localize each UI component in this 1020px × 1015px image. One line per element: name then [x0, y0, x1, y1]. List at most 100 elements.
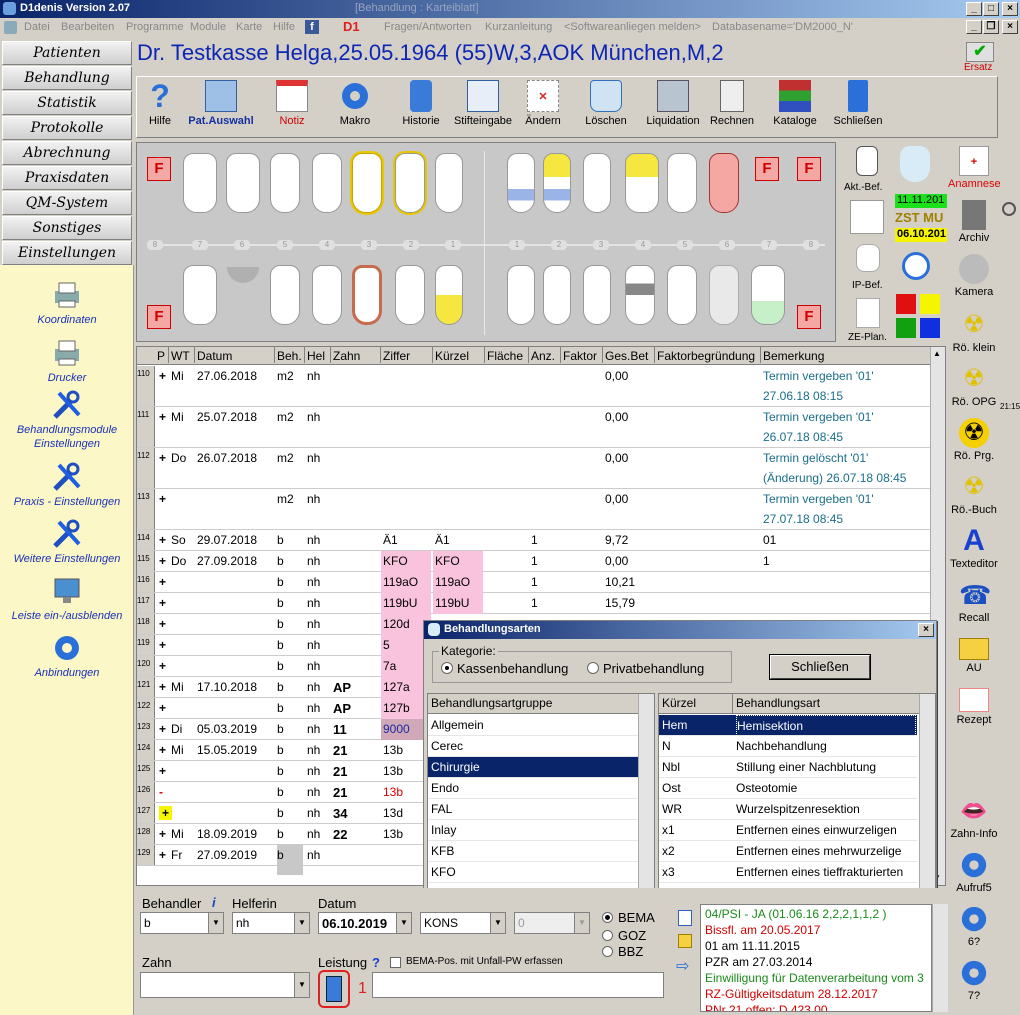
- menu-softwareanliegen[interactable]: <Softwareanliegen melden>: [564, 21, 701, 33]
- zahn-select[interactable]: ▼: [140, 972, 310, 998]
- settings-anbindungen[interactable]: Anbindungen: [0, 632, 134, 680]
- table-row[interactable]: 115 + Do 27.09.2018 b nh KFO KFO 1 0,00 1: [137, 551, 937, 572]
- tooth-22[interactable]: [583, 153, 611, 213]
- f-marker-upper-right-b[interactable]: F: [797, 157, 821, 181]
- toolbar-schliessen[interactable]: Schließen: [829, 80, 887, 127]
- behandler-select[interactable]: b ▼: [140, 912, 224, 934]
- nav-behandlung[interactable]: Behandlung: [2, 66, 132, 90]
- btn-6[interactable]: 6?: [948, 904, 1000, 948]
- tooth-15[interactable]: [312, 153, 342, 213]
- behandlungsart-item[interactable]: x2 Entfernen eines mehrwurzelige: [659, 841, 917, 862]
- table-row[interactable]: 110 + Mi 27.06.2018 m2 nh 0,00 Termin vergeben …: [137, 366, 937, 407]
- table-row[interactable]: 114 + So 29.07.2018 b nh Ä1 Ä1 1 9,72 01: [137, 530, 937, 551]
- dialog-close-icon[interactable]: ×: [918, 623, 934, 637]
- nav-protokolle[interactable]: Protokolle: [2, 116, 132, 140]
- col-p[interactable]: P: [155, 347, 169, 363]
- f-marker-upper-right-a[interactable]: F: [755, 157, 779, 181]
- col-wt[interactable]: WT: [169, 347, 195, 363]
- toolbar-hilfe[interactable]: ? Hilfe: [141, 80, 179, 127]
- table-row[interactable]: 117 + b nh 119bU 119bU 1 15,79: [137, 593, 937, 614]
- col-zahn[interactable]: Zahn: [331, 347, 381, 363]
- col-hel[interactable]: Hel: [305, 347, 331, 363]
- group-item[interactable]: Chirurgie: [428, 757, 638, 778]
- group-item[interactable]: Cerec: [428, 736, 638, 757]
- radio-goz[interactable]: [602, 930, 613, 941]
- radio-bbz[interactable]: [602, 946, 613, 957]
- behandlungsart-item[interactable]: x3 Entfernen eines tieffrakturierten: [659, 862, 917, 883]
- bema-pos-checkbox[interactable]: [390, 957, 401, 968]
- col-faktorbegruendung[interactable]: Faktorbegründung: [655, 347, 761, 363]
- table-row[interactable]: 111 + Mi 25.07.2018 m2 nh 0,00 Termin vergeben …: [137, 407, 937, 448]
- tooth-17[interactable]: [226, 153, 260, 213]
- btn-7[interactable]: 7?: [948, 958, 1000, 1002]
- behandlungsart-item[interactable]: Ost Osteotomie: [659, 778, 917, 799]
- radio-kassenbehandlung[interactable]: [441, 662, 453, 674]
- btn-au[interactable]: AU: [948, 634, 1000, 674]
- tooth-12[interactable]: [435, 153, 463, 213]
- toolbar-rechnen[interactable]: Rechnen: [707, 80, 757, 127]
- btn-archiv[interactable]: Archiv: [948, 200, 1000, 244]
- toolbar-liquidation[interactable]: Liquidation: [641, 80, 705, 127]
- settings-praxis[interactable]: Praxis - Einstellungen: [0, 461, 134, 509]
- menu-kurzanleitung[interactable]: Kurzanleitung: [485, 21, 552, 33]
- group-list[interactable]: Behandlungsartgruppe Allgemein Cerec Chiru…: [427, 693, 655, 905]
- btn-rezept[interactable]: Rezept: [948, 688, 1000, 726]
- child-restore-icon[interactable]: ❐: [983, 20, 999, 34]
- tooth-21[interactable]: [543, 153, 571, 213]
- nav-sonstiges[interactable]: Sonstiges: [2, 216, 132, 240]
- tooth-32[interactable]: [543, 265, 571, 325]
- ze-plan-button[interactable]: ZE-Plan.: [844, 296, 892, 344]
- radio-privatbehandlung[interactable]: [587, 662, 599, 674]
- zero-select[interactable]: 0 ▼: [514, 912, 590, 934]
- toolbar-loeschen[interactable]: Löschen: [581, 80, 631, 127]
- tooth-42[interactable]: [395, 265, 425, 325]
- col-gesbet[interactable]: Ges.Bet: [603, 347, 655, 363]
- group-item[interactable]: KFB: [428, 841, 638, 862]
- nav-patienten[interactable]: Patienten: [2, 41, 132, 65]
- scroll-up-icon[interactable]: ▲: [933, 349, 941, 358]
- menu-karte[interactable]: Karte: [236, 21, 262, 33]
- dental-chart[interactable]: F F F F F 8 7 6 5 4 3 2 1 1 2 3 4 5 6 7 …: [136, 142, 836, 342]
- stopwatch-icon[interactable]: [902, 252, 930, 280]
- col-flaeche[interactable]: Fläche: [485, 347, 529, 363]
- datum-field[interactable]: 06.10.2019 ▼: [318, 912, 412, 934]
- toolbar-makro[interactable]: Makro: [333, 80, 377, 127]
- col-ziffer[interactable]: Ziffer: [381, 347, 433, 363]
- tooth-16[interactable]: [270, 153, 300, 213]
- group-item[interactable]: Endo: [428, 778, 638, 799]
- toolbar-kataloge[interactable]: Kataloge: [769, 80, 821, 127]
- btn-roe-buch[interactable]: ☢ Rö.-Buch: [948, 472, 1000, 516]
- item-scrollbar[interactable]: [919, 694, 935, 904]
- tooth-46-missing[interactable]: [227, 267, 259, 283]
- col-beh[interactable]: Beh.: [275, 347, 305, 363]
- nav-praxisdaten[interactable]: Praxisdaten: [2, 166, 132, 190]
- facebook-icon[interactable]: f: [305, 20, 319, 34]
- tooth-33[interactable]: [583, 265, 611, 325]
- col-datum[interactable]: Datum: [195, 347, 275, 363]
- behandlungsart-item[interactable]: Hem Hemisektion: [659, 715, 917, 738]
- table-row[interactable]: 113 + m2 nh 0,00 Termin vergeben '01' 27.07.18…: [137, 489, 937, 530]
- toolbar-stifteingabe[interactable]: Stifteingabe: [451, 80, 515, 127]
- leistung-input[interactable]: [372, 972, 664, 998]
- tooth-37[interactable]: [751, 265, 785, 325]
- btn-roe-prg[interactable]: ☢ Rö. Prg.: [948, 418, 1000, 462]
- tooth-35[interactable]: [667, 265, 697, 325]
- tooth-25[interactable]: [709, 153, 739, 213]
- toolbar-aendern[interactable]: ✕ Ändern: [521, 80, 565, 127]
- f-marker-lower-left[interactable]: F: [147, 305, 171, 329]
- btn-aufruf5[interactable]: Aufruf5: [948, 850, 1000, 894]
- behandlungsart-item[interactable]: Nbl Stillung einer Nachblutung: [659, 757, 917, 778]
- doc-icon[interactable]: [678, 910, 692, 926]
- leistung-catalog-button[interactable]: [318, 970, 350, 1008]
- folder-icon[interactable]: [678, 934, 692, 948]
- tooth-34[interactable]: [625, 265, 655, 325]
- leistung-help-icon[interactable]: ?: [372, 955, 380, 970]
- group-scrollbar[interactable]: [638, 694, 654, 904]
- menu-hilfe[interactable]: Hilfe: [273, 21, 295, 33]
- tooth-47[interactable]: [183, 265, 217, 325]
- menu-programme[interactable]: Programme: [126, 21, 183, 33]
- behandlungsart-item[interactable]: WR Wurzelspitzenresektion: [659, 799, 917, 820]
- tooth-23[interactable]: [625, 153, 659, 213]
- menu-fragen[interactable]: Fragen/Antworten: [384, 21, 471, 33]
- btn-zahn-info[interactable]: 👄 Zahn-Info: [948, 796, 1000, 840]
